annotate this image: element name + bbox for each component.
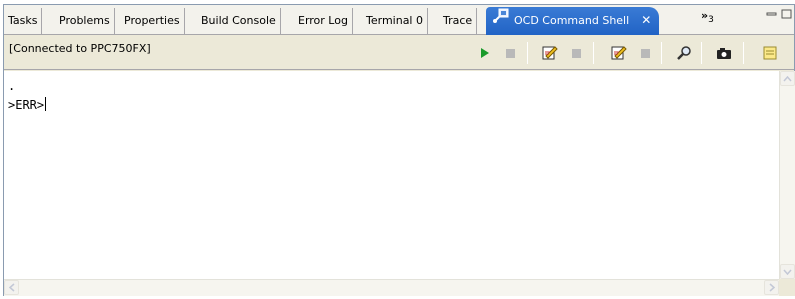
maximize-button[interactable] <box>781 9 792 19</box>
console-prompt-line[interactable]: >ERR> <box>8 96 775 115</box>
run-icon <box>481 48 489 58</box>
tab-overflow-button[interactable]: »3 <box>701 9 714 25</box>
tab-tasks[interactable]: Tasks <box>4 8 43 35</box>
tab-label: Tasks <box>8 14 38 27</box>
tab-label: Problems <box>59 14 110 27</box>
scrollbar-corner <box>779 279 795 296</box>
shell-output[interactable]: . >ERR> <box>4 71 779 279</box>
console-prompt: >ERR> <box>8 98 45 112</box>
chevron-left-icon <box>8 283 14 292</box>
capture-button[interactable] <box>715 44 733 62</box>
tab-ocd-command-shell[interactable]: OCD Command Shell ✕ <box>486 7 660 35</box>
terminal-plug-icon <box>492 8 510 34</box>
tab-label: Error Log <box>298 14 348 27</box>
tab-trace[interactable]: Trace <box>439 8 478 35</box>
search-button[interactable] <box>675 44 693 62</box>
tab-label: Terminal 0 <box>366 14 423 27</box>
close-icon[interactable]: ✕ <box>641 13 651 27</box>
edit-icon <box>542 46 558 60</box>
tab-label: Properties <box>124 14 180 27</box>
ocd-command-shell-view: Tasks Problems Properties Build Console … <box>3 4 795 296</box>
text-cursor <box>45 97 47 111</box>
tab-error-log[interactable]: Error Log <box>294 8 353 35</box>
console-line: . <box>8 79 16 93</box>
tab-label: Build Console <box>201 14 276 27</box>
edit-button[interactable] <box>610 44 628 62</box>
chevron-right-icon <box>769 283 775 292</box>
connection-status: [Connected to PPC750FX] <box>9 42 151 55</box>
stop-icon <box>572 49 581 58</box>
tab-label: OCD Command Shell <box>514 14 630 27</box>
view-tab-bar: Tasks Problems Properties Build Console … <box>4 5 794 35</box>
tab-label: Trace <box>443 14 473 27</box>
tab-build-console[interactable]: Build Console <box>197 8 281 35</box>
horizontal-scrollbar[interactable] <box>4 279 779 296</box>
stop-button <box>567 44 585 62</box>
scroll-up-button[interactable] <box>780 71 795 86</box>
tab-terminal-0[interactable]: Terminal 0 <box>362 8 428 35</box>
chevron-up-icon <box>783 75 792 81</box>
run-button[interactable] <box>475 44 493 62</box>
notes-icon <box>763 46 777 60</box>
tab-properties[interactable]: Properties <box>120 8 185 35</box>
edit-icon <box>611 46 627 60</box>
scroll-right-button[interactable] <box>764 280 779 295</box>
stop-button <box>501 44 519 62</box>
maximize-icon <box>781 9 792 19</box>
edit-button[interactable] <box>541 44 559 62</box>
stop-icon <box>641 49 650 58</box>
notes-button[interactable] <box>761 44 779 62</box>
camera-icon <box>717 48 731 59</box>
search-icon <box>677 46 691 60</box>
tab-problems[interactable]: Problems <box>55 8 115 35</box>
scroll-down-button[interactable] <box>780 264 795 279</box>
scroll-left-button[interactable] <box>4 280 19 295</box>
minimize-button[interactable] <box>766 9 777 19</box>
chevron-down-icon <box>783 269 792 275</box>
shell-toolbar: [Connected to PPC750FX] <box>4 36 794 70</box>
overflow-count: 3 <box>708 15 714 26</box>
vertical-scrollbar[interactable] <box>779 71 795 279</box>
stop-icon <box>506 49 515 58</box>
stop-button <box>636 44 654 62</box>
minimize-icon <box>766 12 777 16</box>
